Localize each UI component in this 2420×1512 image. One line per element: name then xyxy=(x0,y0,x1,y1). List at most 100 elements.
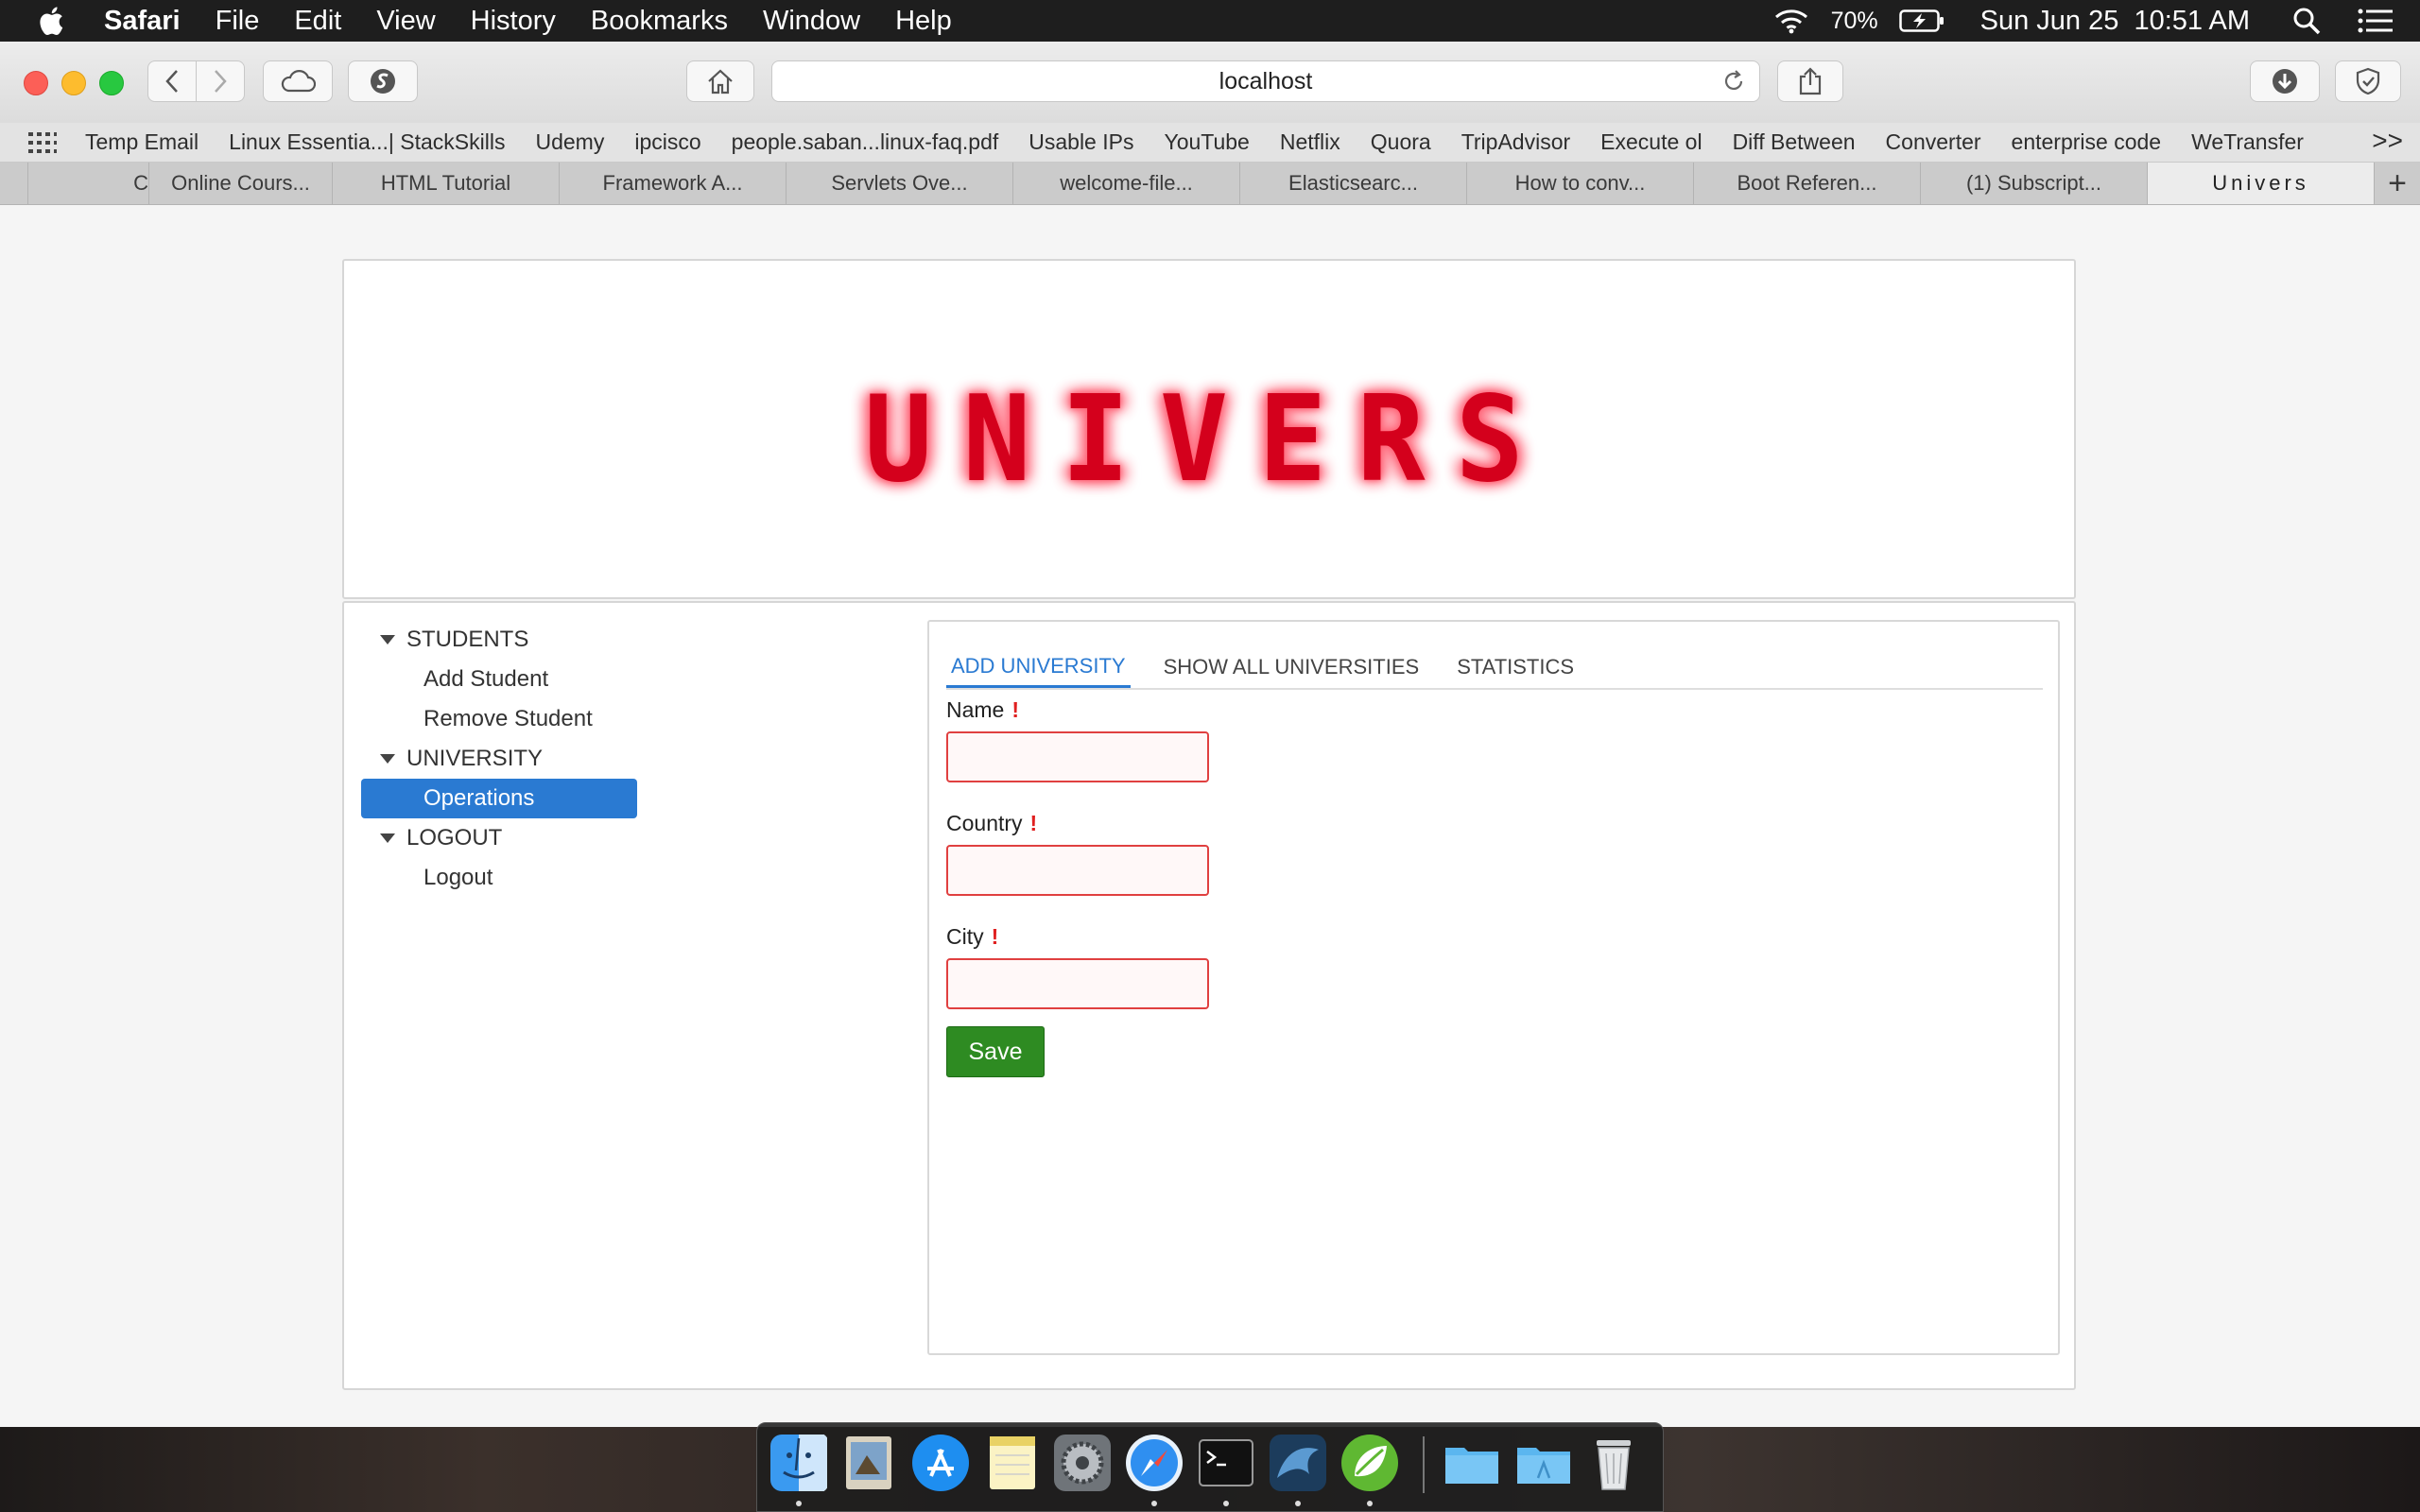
tab[interactable]: Boot Referen... xyxy=(1694,163,1921,204)
finder-icon[interactable] xyxy=(769,1433,829,1493)
spotlight-search-icon[interactable] xyxy=(2291,6,2322,36)
tab-statistics[interactable]: STATISTICS xyxy=(1452,646,1579,688)
minimize-window-button[interactable] xyxy=(61,71,86,95)
system-preferences-icon[interactable] xyxy=(1052,1433,1113,1493)
tab[interactable]: HTML Tutorial xyxy=(333,163,560,204)
shield-check-icon xyxy=(2356,67,2380,95)
mysql-workbench-icon[interactable] xyxy=(1268,1433,1328,1493)
caret-down-icon[interactable] xyxy=(380,635,395,644)
tree-group-logout[interactable]: LOGOUT xyxy=(363,818,637,858)
bookmark-item[interactable]: enterprise code xyxy=(2012,129,2162,155)
tree-item-remove-student[interactable]: Remove Student xyxy=(363,699,637,739)
menu-edit[interactable]: Edit xyxy=(294,6,341,37)
bookmark-item[interactable]: WeTransfer xyxy=(2191,129,2304,155)
bookmarks-overflow-button[interactable]: >> xyxy=(2372,126,2403,156)
tree-group-university[interactable]: UNIVERSITY xyxy=(363,739,637,779)
share-icon xyxy=(1799,67,1822,95)
tab-pinned[interactable] xyxy=(0,163,28,204)
forward-button[interactable] xyxy=(196,60,245,102)
cloud-icon xyxy=(281,70,316,93)
back-button[interactable] xyxy=(147,60,197,102)
apple-logo-icon[interactable] xyxy=(36,4,70,38)
top-sites-grid-icon[interactable] xyxy=(28,131,57,153)
notes-icon[interactable] xyxy=(982,1433,1043,1493)
tab[interactable]: (1) Subscript... xyxy=(1921,163,2148,204)
dock-separator xyxy=(1423,1436,1425,1493)
close-window-button[interactable] xyxy=(24,71,48,95)
bookmark-item[interactable]: Netflix xyxy=(1280,129,1340,155)
tab-bar: C Online Cours... HTML Tutorial Framewor… xyxy=(0,163,2420,205)
applications-folder-icon[interactable] xyxy=(1513,1433,1574,1493)
spring-tool-suite-icon[interactable] xyxy=(1340,1433,1400,1493)
running-indicator xyxy=(796,1501,802,1506)
menu-history[interactable]: History xyxy=(471,6,556,37)
menu-app-safari[interactable]: Safari xyxy=(104,6,181,37)
trash-icon[interactable] xyxy=(1583,1433,1644,1493)
tab[interactable]: Elasticsearc... xyxy=(1240,163,1467,204)
univers-logo: UNIVERS xyxy=(864,370,1554,509)
bookmark-item[interactable]: Converter xyxy=(1886,129,1981,155)
downloads-button[interactable] xyxy=(2250,60,2320,102)
battery-charging-icon[interactable] xyxy=(1898,9,1946,33)
menu-help[interactable]: Help xyxy=(895,6,952,37)
menu-window[interactable]: Window xyxy=(763,6,860,37)
bookmark-item[interactable]: people.saban...linux-faq.pdf xyxy=(732,129,999,155)
bookmark-item[interactable]: Quora xyxy=(1371,129,1431,155)
new-tab-button[interactable]: + xyxy=(2375,163,2420,204)
tree-group-students[interactable]: STUDENTS xyxy=(363,620,637,660)
chevron-left-icon xyxy=(165,70,178,93)
tab-add-university[interactable]: ADD UNIVERSITY xyxy=(946,646,1131,688)
tab[interactable]: How to conv... xyxy=(1467,163,1694,204)
header-panel: UNIVERS xyxy=(342,259,2076,599)
icloud-tabs-button[interactable] xyxy=(263,60,333,102)
tab[interactable]: welcome-file... xyxy=(1013,163,1240,204)
extension-button[interactable] xyxy=(348,60,418,102)
bookmark-item[interactable]: Linux Essentia...| StackSkills xyxy=(229,129,505,155)
country-input[interactable] xyxy=(946,845,1209,896)
tab[interactable]: Online Cours... xyxy=(149,163,333,204)
tab[interactable]: Servlets Ove... xyxy=(786,163,1013,204)
download-icon xyxy=(2273,69,2297,94)
caret-down-icon[interactable] xyxy=(380,833,395,843)
folder-icon[interactable] xyxy=(1442,1433,1502,1493)
address-bar[interactable]: localhost xyxy=(771,60,1760,102)
menu-view[interactable]: View xyxy=(376,6,435,37)
running-indicator xyxy=(1151,1501,1157,1506)
name-input[interactable] xyxy=(946,731,1209,782)
bookmark-item[interactable]: TripAdvisor xyxy=(1461,129,1570,155)
clock[interactable]: Sun Jun 25 10:51 AM xyxy=(1980,6,2250,37)
tab-show-all-universities[interactable]: SHOW ALL UNIVERSITIES xyxy=(1159,646,1425,688)
save-button[interactable]: Save xyxy=(946,1026,1045,1077)
tab[interactable]: Framework A... xyxy=(560,163,786,204)
wifi-icon[interactable] xyxy=(1772,7,1810,35)
bookmark-item[interactable]: Udemy xyxy=(535,129,604,155)
safari-icon[interactable] xyxy=(1124,1433,1184,1493)
tab-pinned[interactable]: C xyxy=(28,163,149,204)
bookmark-item[interactable]: Temp Email xyxy=(85,129,199,155)
notification-center-icon[interactable] xyxy=(2358,8,2394,34)
bookmark-item[interactable]: Diff Between xyxy=(1733,129,1856,155)
name-label: Name ! xyxy=(946,696,1209,724)
menu-bookmarks[interactable]: Bookmarks xyxy=(591,6,728,37)
reload-icon[interactable] xyxy=(1721,69,1746,94)
bookmark-item[interactable]: ipcisco xyxy=(634,129,700,155)
tab-active[interactable]: Univers xyxy=(2148,163,2375,204)
dock xyxy=(756,1422,1664,1512)
bookmark-item[interactable]: Usable IPs xyxy=(1028,129,1133,155)
home-button[interactable] xyxy=(686,60,754,102)
tree-item-operations[interactable]: Operations xyxy=(361,779,637,818)
tree-item-add-student[interactable]: Add Student xyxy=(363,660,637,699)
city-input[interactable] xyxy=(946,958,1209,1009)
app-store-icon[interactable] xyxy=(910,1433,971,1493)
terminal-icon[interactable] xyxy=(1196,1433,1256,1493)
menu-file[interactable]: File xyxy=(216,6,260,37)
share-button[interactable] xyxy=(1777,60,1843,102)
tree-item-logout[interactable]: Logout xyxy=(363,858,637,898)
zoom-window-button[interactable] xyxy=(99,71,124,95)
caret-down-icon[interactable] xyxy=(380,754,395,764)
bookmark-item[interactable]: YouTube xyxy=(1164,129,1249,155)
bookmark-item[interactable]: Execute ol xyxy=(1600,129,1702,155)
menu-bar: Safari File Edit View History Bookmarks … xyxy=(0,0,2420,42)
preview-icon[interactable] xyxy=(838,1433,899,1493)
adblock-button[interactable] xyxy=(2335,60,2401,102)
